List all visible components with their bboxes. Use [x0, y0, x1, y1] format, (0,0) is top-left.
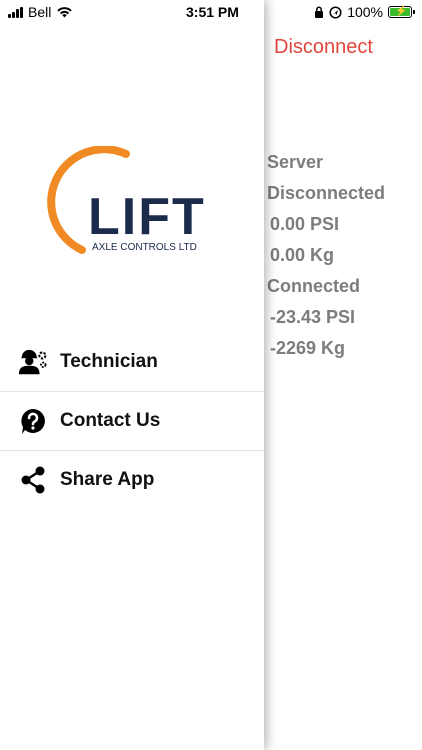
- device-pressure: -23.43 PSI: [270, 307, 356, 327]
- device-status: Connected: [267, 276, 361, 296]
- status-right: 100% ⚡: [314, 4, 415, 20]
- logo-tagline: AXLE CONTROLS LTD: [92, 242, 197, 253]
- server-label: Server: [267, 152, 324, 172]
- battery-percent: 100%: [347, 4, 383, 20]
- server-pressure: 0.00 PSI: [270, 214, 340, 234]
- share-icon: [18, 465, 48, 495]
- menu-label-contact-us: Contact Us: [60, 410, 161, 431]
- lift-logo: LIFT AXLE CONTROLS LTD: [47, 146, 206, 254]
- side-drawer: LIFT AXLE CONTROLS LTD Technician Contac…: [0, 0, 264, 750]
- server-status: Disconnected: [267, 183, 386, 203]
- carrier-label: Bell: [28, 4, 52, 20]
- location-icon: [329, 5, 342, 19]
- menu-label-technician: Technician: [60, 351, 158, 372]
- help-circle-icon: [18, 406, 48, 436]
- disconnect-button[interactable]: Disconnect: [274, 36, 373, 59]
- device-weight: -2269 Kg: [270, 338, 346, 358]
- drawer-menu: Technician Contact Us Share App: [0, 333, 264, 509]
- status-left: Bell: [8, 4, 73, 20]
- menu-label-share-app: Share App: [60, 469, 155, 490]
- menu-item-share-app[interactable]: Share App: [0, 451, 264, 509]
- orientation-lock-icon: [315, 6, 324, 18]
- cellular-signal-icon: [8, 6, 23, 18]
- server-weight: 0.00 Kg: [270, 245, 335, 265]
- technician-icon: [18, 347, 48, 377]
- status-bar: Bell 3:51 PM 100% ⚡: [0, 0, 422, 26]
- wifi-icon: [57, 7, 73, 18]
- battery-icon: ⚡: [388, 6, 415, 18]
- menu-item-technician[interactable]: Technician: [0, 333, 264, 392]
- menu-item-contact-us[interactable]: Contact Us: [0, 392, 264, 451]
- clock: 3:51 PM: [186, 4, 239, 20]
- logo-wordmark: LIFT: [88, 188, 206, 246]
